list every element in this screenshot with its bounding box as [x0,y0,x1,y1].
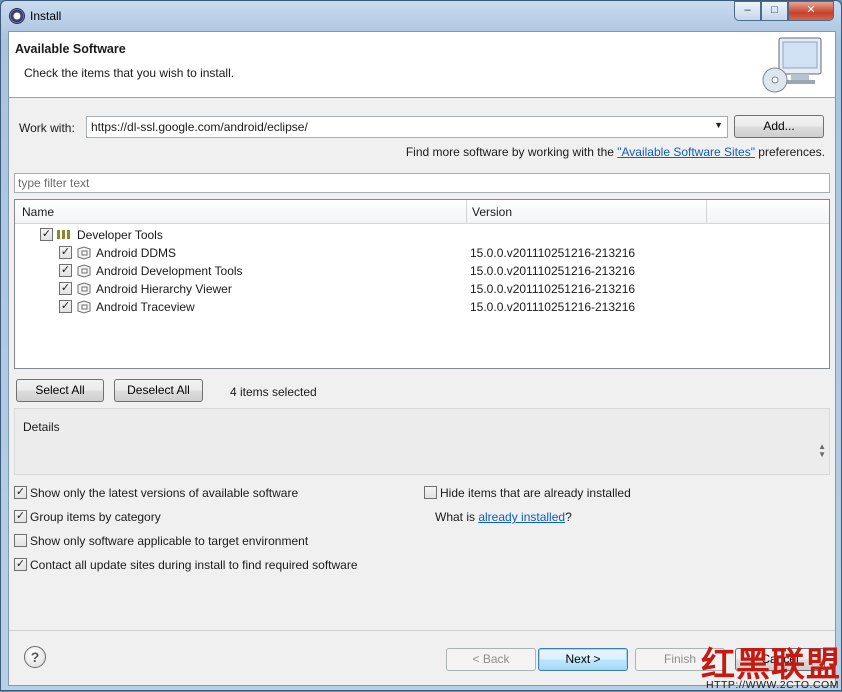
column-separator[interactable] [466,200,467,224]
page-title: Available Software [15,42,126,56]
item-name: Android Traceview [96,300,195,314]
item-checkbox[interactable]: ✓ [59,246,72,259]
back-button[interactable]: < Back [446,648,536,671]
work-with-combo[interactable]: https://dl-ssl.google.com/android/eclips… [86,116,728,138]
close-button[interactable]: ✕ [788,1,834,21]
hide-installed-checkbox[interactable] [424,486,437,499]
work-with-value: https://dl-ssl.google.com/android/eclips… [91,120,308,134]
add-site-button[interactable]: Add... [734,115,824,138]
item-name: Android Hierarchy Viewer [96,282,232,296]
select-all-button[interactable]: Select All [16,379,104,402]
dropdown-arrow-icon[interactable]: ▼ [714,120,723,130]
target-env-label: Show only software applicable to target … [30,534,309,548]
what-is-suffix: ? [565,510,572,524]
title-bar[interactable]: Install – □ ✕ [1,1,841,31]
what-is-installed-text: What is already installed? [435,510,572,524]
details-title: Details [23,420,60,434]
install-banner-icon [762,37,822,93]
item-version: 15.0.0.v201110251216-213216 [470,264,636,278]
item-checkbox[interactable]: ✓ [59,282,72,295]
minimize-button[interactable]: – [734,1,761,21]
scroll-down-icon[interactable]: ▼ [818,450,826,459]
available-sites-link[interactable]: "Available Software Sites" [617,145,755,159]
column-version[interactable]: Version [472,205,512,219]
category-icon [57,230,70,239]
software-tree[interactable]: Name Version ✓ Developer Tools ✓ Android… [14,199,830,369]
tree-item-row[interactable]: ✓ Android Traceview 15.0.0.v201110251216… [15,298,829,316]
maximize-button[interactable]: □ [761,1,788,21]
tree-category-row[interactable]: ✓ Developer Tools [15,226,829,244]
work-with-label: Work with: [19,121,75,135]
details-panel: Details ▲ ▼ [14,408,830,475]
plugin-icon [77,300,91,314]
contact-sites-checkbox[interactable]: ✓ [14,558,27,571]
selection-status: 4 items selected [230,385,317,399]
help-icon[interactable]: ? [24,646,46,668]
tree-item-row[interactable]: ✓ Android Hierarchy Viewer 15.0.0.v20111… [15,280,829,298]
page-description: Check the items that you wish to install… [24,66,235,80]
maximize-icon: □ [771,4,778,16]
hide-installed-label: Hide items that are already installed [440,486,631,500]
watermark-logo: 红黑联盟 HTTP://WWW.2CTO.COM [701,637,842,692]
window-title: Install [30,9,62,23]
category-name: Developer Tools [77,228,163,242]
column-separator[interactable] [706,200,707,224]
what-is-prefix: What is [435,510,479,524]
next-button[interactable]: Next > [538,648,628,671]
plugin-icon [77,264,91,278]
find-more-prefix: Find more software by working with the [405,145,618,159]
install-window: Install – □ ✕ Available Software Check t… [0,0,842,691]
target-env-checkbox[interactable] [14,534,27,547]
latest-versions-label: Show only the latest versions of availab… [30,486,299,500]
latest-versions-checkbox[interactable]: ✓ [14,486,27,499]
deselect-all-button[interactable]: Deselect All [114,379,203,402]
wizard-header: Available Software Check the items that … [9,32,835,98]
eclipse-icon [9,8,25,24]
find-more-text: Find more software by working with the "… [406,145,825,159]
item-version: 15.0.0.v201110251216-213216 [470,300,636,314]
minimize-icon: – [744,4,751,16]
group-by-category-checkbox[interactable]: ✓ [14,510,27,523]
item-name: Android DDMS [96,246,177,260]
footer-divider [9,630,835,631]
watermark-url: HTTP://WWW.2CTO.COM [706,679,839,691]
column-name[interactable]: Name [22,205,54,219]
already-installed-link[interactable]: already installed [478,510,565,524]
dialog-content: Available Software Check the items that … [8,31,836,686]
group-by-category-label: Group items by category [30,510,161,524]
item-name: Android Development Tools [96,264,243,278]
tree-item-row[interactable]: ✓ Android Development Tools 15.0.0.v2011… [15,262,829,280]
close-icon: ✕ [806,4,816,16]
plugin-icon [77,282,91,296]
filter-input[interactable]: type filter text [14,173,830,193]
contact-sites-label: Contact all update sites during install … [30,558,358,572]
find-more-suffix: preferences. [754,145,825,159]
tree-header: Name Version [15,200,829,224]
item-checkbox[interactable]: ✓ [59,300,72,313]
item-version: 15.0.0.v201110251216-213216 [470,282,636,296]
item-version: 15.0.0.v201110251216-213216 [470,246,636,260]
item-checkbox[interactable]: ✓ [59,264,72,277]
category-checkbox[interactable]: ✓ [40,228,53,241]
plugin-icon [77,246,91,260]
tree-item-row[interactable]: ✓ Android DDMS 15.0.0.v201110251216-2132… [15,244,829,262]
details-scrollbar[interactable]: ▲ ▼ [818,443,826,459]
